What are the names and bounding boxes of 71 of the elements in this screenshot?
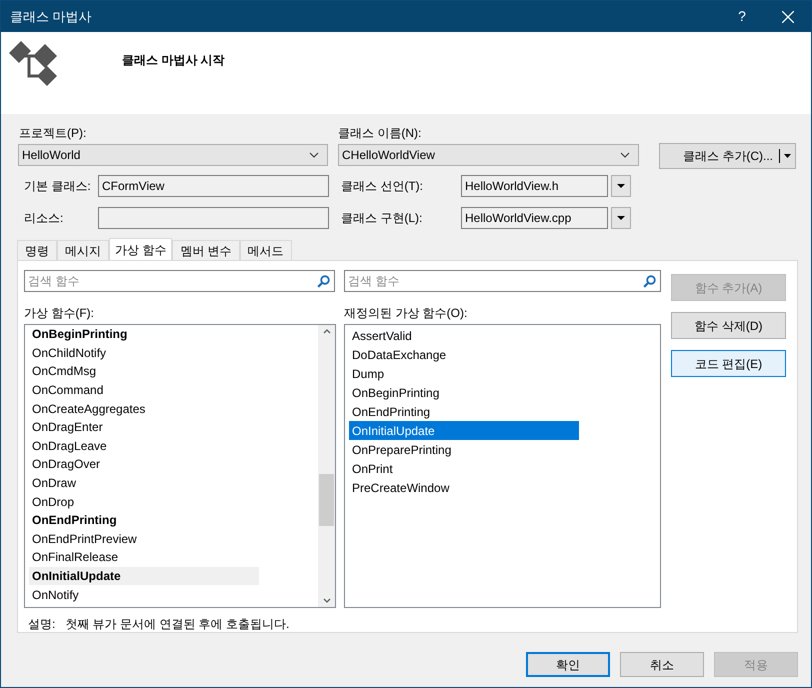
triangle-down-icon (617, 184, 625, 188)
list-item[interactable]: OnChildNotify (29, 344, 259, 362)
list-item[interactable]: OnEndPrinting (349, 402, 579, 421)
field-label: 클래스 선언(T): (340, 178, 424, 195)
dialog-button[interactable]: 확인 (526, 652, 610, 677)
list-item[interactable]: OnCmdMsg (29, 362, 259, 381)
chevron-down-icon (620, 152, 630, 158)
chevron-down-icon (309, 152, 319, 158)
search-field[interactable]: 검색 함수 (24, 270, 335, 292)
dropdown-button[interactable] (611, 175, 631, 197)
tab[interactable]: 명령 (17, 240, 57, 260)
text-field[interactable] (98, 207, 329, 229)
list-item[interactable]: OnEndPrinting (29, 510, 259, 530)
field-label: 기본 클래스: (23, 178, 92, 195)
close-icon (782, 10, 794, 22)
list-item[interactable]: OnEndPrintPreview (29, 530, 259, 548)
dialog-button[interactable]: 취소 (620, 652, 704, 677)
list-item[interactable]: OnDragLeave (29, 436, 259, 456)
list-item[interactable]: AssertValid (349, 326, 579, 345)
chevron-up-icon (322, 329, 330, 334)
search-field[interactable]: 검색 함수 (344, 270, 661, 292)
dropdown[interactable]: HelloWorld (18, 144, 328, 166)
dropdown[interactable]: CHelloWorldView (338, 144, 639, 166)
field-label: 리소스: (23, 210, 64, 227)
tab[interactable]: 가상 함수 (109, 238, 172, 260)
description-text: 첫째 뷰가 문서에 연결된 후에 호출됩니다. (65, 616, 290, 633)
field-label: 클래스 구현(L): (340, 210, 424, 227)
triangle-down-icon (617, 216, 625, 220)
search-icon (643, 274, 656, 288)
list-item[interactable]: DoDataExchange (349, 345, 579, 364)
dialog-button[interactable]: 코드 편집(E) (671, 350, 786, 377)
list-item[interactable]: OnNotify (29, 585, 259, 604)
list-item[interactable]: OnCreateAggregates (29, 399, 259, 418)
list-item[interactable]: OnDragEnter (29, 418, 259, 437)
text-field[interactable]: HelloWorldView.cpp (461, 207, 608, 229)
list-item[interactable]: OnCommand (29, 380, 259, 400)
triangle-down-icon (784, 154, 791, 158)
list-box[interactable]: AssertValid DoDataExchange Dump OnBeginPrinting OnEndPrinting OnInitialUpdate OnPreparePrinting OnPrint PreCreateWindow (344, 324, 661, 608)
list-label: 가상 함수(F): (24, 305, 95, 320)
header-title: 클래스 마법사 시작 (122, 52, 225, 69)
list-item[interactable]: OnBeginPrinting (349, 383, 579, 402)
list-item[interactable]: OnPrint (349, 459, 579, 478)
chevron-down-icon (322, 598, 330, 603)
scrollbar-thumb[interactable] (319, 474, 334, 526)
list-item[interactable]: OnDragOver (29, 455, 259, 474)
list-item[interactable]: OnPreparePrinting (349, 440, 579, 459)
search-icon (317, 274, 330, 288)
field-label: 프로젝트(P): (19, 125, 88, 140)
list-item[interactable]: OnInitialUpdate (29, 566, 259, 586)
dropdown-button[interactable] (611, 207, 631, 229)
list-item[interactable]: OnFinalRelease (29, 548, 259, 567)
list-label: 재정의된 가상 함수(O): (344, 305, 468, 320)
window-title: 클래스 마법사 (9, 8, 92, 26)
tab[interactable]: 메시지 (57, 240, 109, 260)
scrollbar[interactable] (318, 325, 335, 607)
text-field[interactable]: HelloWorldView.h (461, 175, 608, 197)
list-box[interactable]: OnBeginPrinting OnChildNotify OnCmdMsg OnCommand OnCreateAggregates OnDragEnter OnDragLeave OnDragOver OnDraw OnDrop OnEndPrinting OnEndPrintPreview OnFinalRelease OnInitialUpdate OnNotify (24, 324, 336, 608)
tab[interactable]: 메서드 (240, 240, 292, 260)
tab[interactable]: 멤버 변수 (172, 240, 240, 260)
list-item[interactable]: OnBeginPrinting (29, 325, 259, 344)
list-item[interactable]: PreCreateWindow (349, 478, 579, 497)
description-label: 설명: (28, 616, 56, 633)
list-item[interactable]: OnInitialUpdate (349, 421, 579, 440)
text-field[interactable]: CFormView (98, 175, 329, 197)
list-item[interactable]: OnDrop (29, 492, 259, 511)
field-label: 클래스 이름(N): (338, 125, 422, 140)
help-button[interactable]: ? (719, 6, 765, 27)
dialog-button[interactable]: 함수 삭제(D) (671, 312, 786, 339)
add-class-button[interactable]: 클래스 추가(C)... (659, 143, 796, 169)
list-item[interactable]: OnDraw (29, 474, 259, 492)
list-item[interactable]: Dump (349, 364, 579, 383)
